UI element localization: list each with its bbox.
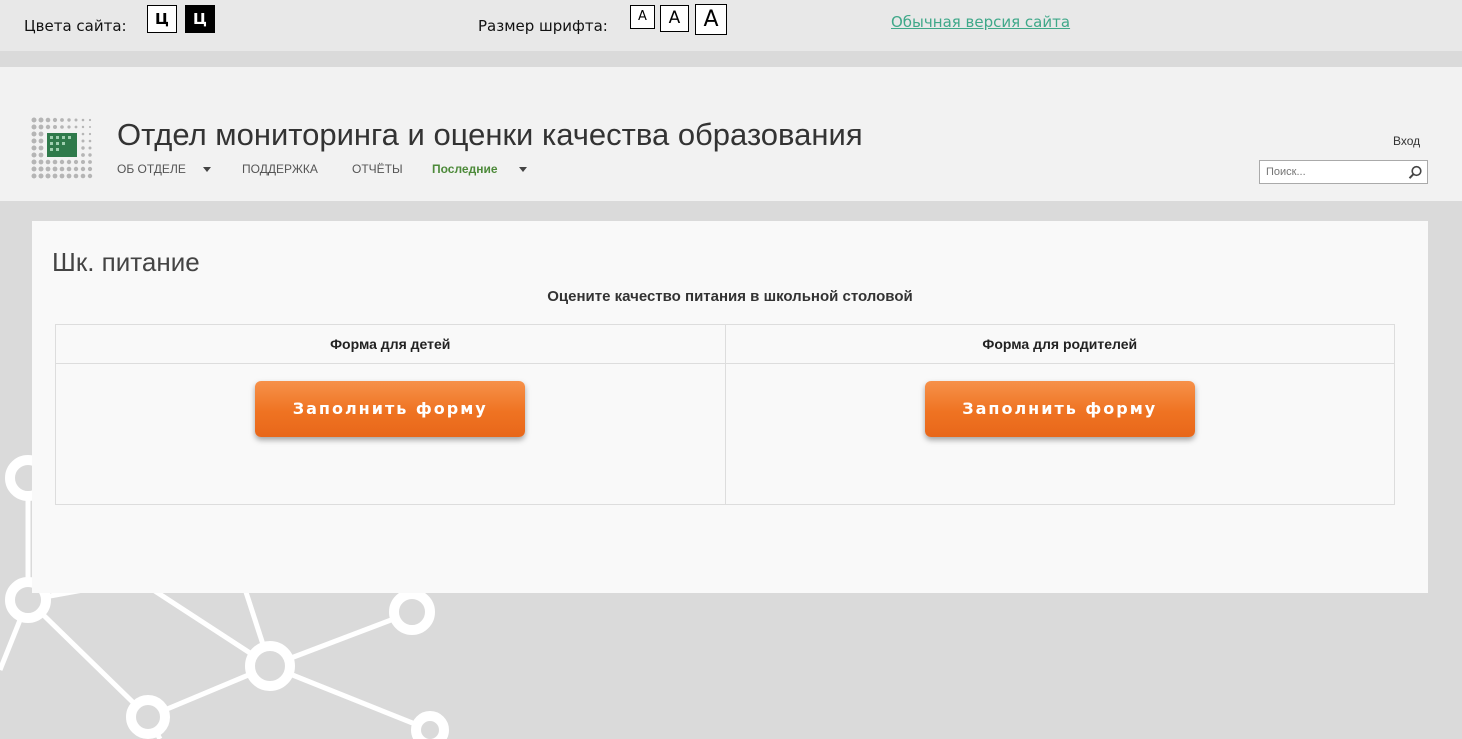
login-link[interactable]: Вход (1393, 134, 1420, 148)
forms-table: Форма для детей Форма для родителей Запо… (55, 324, 1395, 505)
children-form-header: Форма для детей (55, 324, 726, 364)
font-size-label: Размер шрифта: (478, 17, 608, 35)
site-title[interactable]: Отдел мониторинга и оценки качества обра… (117, 117, 863, 153)
white-theme-button[interactable]: Ц (147, 5, 177, 33)
search-icon[interactable] (1408, 165, 1423, 180)
nav-item-reports[interactable]: ОТЧЁТЫ (352, 162, 403, 176)
parents-form-header: Форма для родителей (724, 324, 1395, 364)
site-header: Отдел мониторинга и оценки качества обра… (0, 67, 1462, 201)
search-box (1259, 160, 1428, 184)
black-theme-button[interactable]: Ц (185, 5, 215, 33)
search-input[interactable] (1260, 161, 1400, 183)
accessibility-bar: Цвета сайта: Ц Ц Размер шрифта: А А А Об… (0, 0, 1462, 51)
nav-item-support[interactable]: ПОДДЕРЖКА (242, 162, 318, 176)
font-small-button[interactable]: А (630, 5, 655, 29)
content-card: Шк. питание Оцените качество питания в ш… (32, 221, 1428, 593)
chevron-down-icon[interactable] (203, 167, 211, 172)
page-subtitle: Оцените качество питания в школьной стол… (547, 288, 913, 305)
font-medium-button[interactable]: А (660, 5, 689, 32)
site-logo[interactable] (30, 116, 98, 182)
chevron-down-icon[interactable] (519, 167, 527, 172)
normal-version-link[interactable]: Обычная версия сайта (891, 13, 1070, 31)
fill-parents-form-button[interactable]: Заполнить форму (924, 381, 1195, 437)
page-title: Шк. питание (52, 247, 200, 277)
parents-form-cell: Заполнить форму (724, 363, 1395, 505)
colors-label: Цвета сайта: (24, 17, 127, 35)
fill-children-form-button[interactable]: Заполнить форму (255, 381, 526, 437)
nav-item-about[interactable]: ОБ ОТДЕЛЕ (117, 162, 186, 176)
children-form-cell: Заполнить форму (55, 363, 726, 505)
nav-item-recent[interactable]: Последние (432, 162, 498, 176)
font-large-button[interactable]: А (695, 4, 727, 35)
